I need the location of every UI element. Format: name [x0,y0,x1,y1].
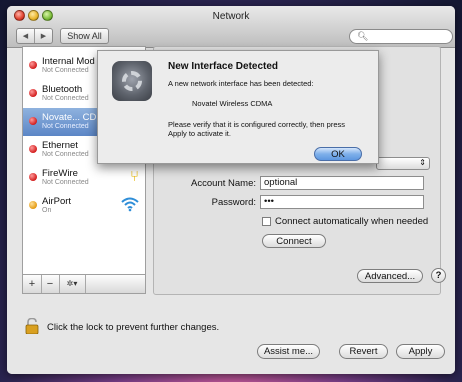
password-label: Password: [211,197,256,208]
advanced-button[interactable]: Advanced... [357,269,423,283]
service-name: Ethernet [42,140,78,151]
status-dot-amber-icon [29,201,37,209]
popup-arrows-icon: ⇕ [419,158,426,167]
connect-button[interactable]: Connect [262,234,326,248]
forward-arrow-icon[interactable]: ▶ [35,29,52,43]
firewire-icon: ⑂ [129,168,139,185]
status-dot-red-icon [29,173,37,181]
lock-icon-glyph [25,317,39,335]
titlebar: Network ◀ ▶ Show All 🔍︎ [7,6,455,48]
auto-connect-label: Connect automatically when needed [275,216,429,227]
status-dot-red-icon [29,61,37,69]
action-menu-button[interactable]: ✲▾ [59,275,86,293]
lock-message: Click the lock to prevent further change… [47,322,220,333]
add-service-button[interactable]: + [23,275,42,293]
gear-icon [122,71,142,91]
service-status: Not Connected [42,123,89,130]
network-preferences-icon [112,61,152,101]
revert-button[interactable]: Revert [339,344,388,359]
remove-service-button[interactable]: − [41,275,60,293]
service-status: Not Connected [42,151,89,158]
dialog-message: A new network interface has been detecte… [168,79,314,88]
service-status: Not Connected [42,179,89,186]
auto-connect-checkbox[interactable] [262,217,271,226]
wifi-icon-glyph [121,197,139,212]
lock-icon[interactable] [25,317,39,335]
service-status: Not Connected [42,95,89,102]
service-name: Bluetooth [42,84,83,95]
service-item-firewire[interactable]: FireWire Not Connected ⑂ [23,164,145,192]
service-status: On [42,207,52,214]
service-list-toolbar: + − ✲▾ [22,274,146,294]
service-name: FireWire [42,168,78,179]
window-title: Network [212,11,250,22]
service-name: Internal Mod [42,56,95,67]
service-status: Not Connected [42,67,89,74]
back-forward-control[interactable]: ◀ ▶ [16,28,53,44]
help-button[interactable]: ? [431,268,446,283]
status-dot-red-icon [29,145,37,153]
dialog-title: New Interface Detected [168,61,279,72]
service-name: AirPort [42,196,72,207]
search-icon: 🔍︎ [357,31,369,41]
configuration-popup[interactable]: ⇕ [376,157,430,170]
account-name-label: Account Name: [191,178,256,189]
back-arrow-icon[interactable]: ◀ [17,29,35,43]
service-item-airport[interactable]: AirPort On [23,192,145,220]
new-interface-dialog: New Interface Detected A new network int… [97,50,379,164]
status-dot-red-icon [29,117,37,125]
service-name: Novate... CD [42,112,97,123]
search-input[interactable]: 🔍︎ [349,29,453,44]
password-field[interactable]: ••• [260,195,424,209]
interface-name: Novatel Wireless CDMA [192,99,273,108]
ok-button[interactable]: OK [314,147,362,161]
dialog-instructions: Please verify that it is configured corr… [168,120,346,138]
show-all-button[interactable]: Show All [60,28,109,44]
wifi-icon [121,196,139,217]
apply-button[interactable]: Apply [396,344,445,359]
network-preferences-window: Network ◀ ▶ Show All 🔍︎ ⇕ Account Name: … [7,6,455,374]
assist-me-button[interactable]: Assist me... [257,344,320,359]
status-dot-red-icon [29,89,37,97]
account-name-field[interactable]: optional [260,176,424,190]
